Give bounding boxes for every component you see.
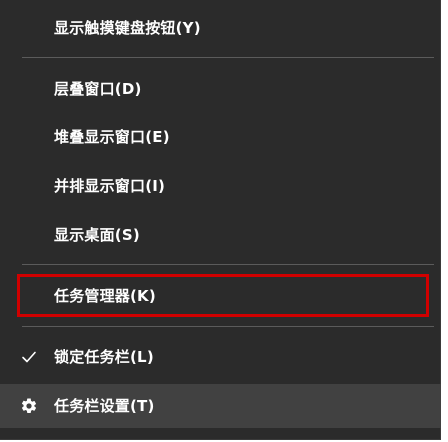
menu-item-label: 锁定任务栏(L) [54,348,154,366]
menu-item-show-touch-keyboard-button[interactable]: 显示触摸键盘按钮(Y) [0,6,441,50]
gear-icon [17,384,41,428]
menu-item-show-windows-side-by-side[interactable]: 并排显示窗口(I) [0,164,441,208]
menu-item-label: 堆叠显示窗口(E) [54,128,170,146]
menu-item-label: 任务栏设置(T) [54,397,155,415]
menu-item-label: 层叠窗口(D) [54,80,142,98]
menu-item-show-desktop[interactable]: 显示桌面(S) [0,213,441,257]
menu-item-label: 显示触摸键盘按钮(Y) [54,19,201,37]
menu-item-label: 并排显示窗口(I) [54,177,166,195]
menu-item-show-windows-stacked[interactable]: 堆叠显示窗口(E) [0,115,441,159]
menu-item-taskbar-settings[interactable]: 任务栏设置(T) [0,384,441,428]
menu-item-label: 显示桌面(S) [54,226,140,244]
menu-separator [22,264,434,265]
menu-item-cascade-windows[interactable]: 层叠窗口(D) [0,67,441,111]
taskbar-context-menu: 显示触摸键盘按钮(Y) 层叠窗口(D) 堆叠显示窗口(E) 并排显示窗口(I) … [0,0,441,440]
menu-separator [22,57,434,58]
menu-item-lock-taskbar[interactable]: 锁定任务栏(L) [0,335,441,379]
highlight-frame [17,274,429,317]
menu-separator [22,326,434,327]
checkmark-icon [17,335,41,379]
